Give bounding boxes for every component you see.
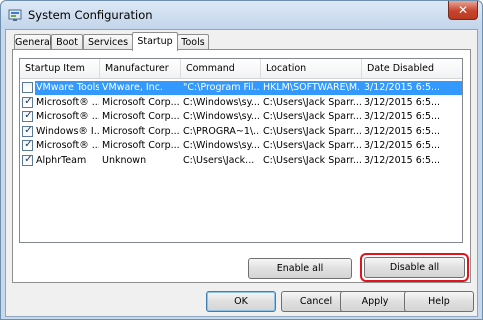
table-cell: 3/12/2015 6:5... bbox=[364, 82, 441, 93]
column-header-date-disabled[interactable]: Date Disabled bbox=[362, 59, 462, 78]
system-configuration-window: System Configuration ✕ General Boot Serv… bbox=[0, 0, 483, 320]
table-row[interactable]: ✓ Windows® I... Microsoft Corp... C:\PROGRA… bbox=[20, 125, 462, 139]
tab-tools-label: Tools bbox=[181, 37, 205, 48]
tab-general[interactable]: General bbox=[14, 34, 53, 50]
tab-boot-label: Boot bbox=[56, 37, 78, 48]
table-cell: VMware Tools bbox=[36, 82, 99, 93]
table-cell: 3/12/2015 6:5... bbox=[364, 96, 441, 108]
column-header-startup-item[interactable]: Startup Item bbox=[20, 59, 100, 78]
tab-startup[interactable]: Startup bbox=[132, 32, 178, 51]
startup-item-checkbox[interactable]: ✓ bbox=[22, 139, 33, 151]
window-title: System Configuration bbox=[28, 8, 153, 22]
table-cell: 3/12/2015 6:5... bbox=[364, 154, 441, 166]
table-cell: C:\Users\Jack Sparr... bbox=[263, 154, 361, 166]
tab-general-label: General bbox=[15, 37, 53, 48]
table-cell: C:\Users\Jack Sparr... bbox=[263, 96, 361, 108]
table-cell: 3/12/2015 6:5... bbox=[364, 140, 441, 151]
table-cell: Microsoft® ... bbox=[36, 111, 99, 122]
tab-startup-label: Startup bbox=[137, 36, 173, 47]
table-cell: AlphrTeam bbox=[36, 154, 87, 166]
table-row[interactable]: ✓ Microsoft® ... Microsoft Corp... C:\Windo… bbox=[20, 139, 462, 153]
table-cell: Microsoft® ... bbox=[36, 96, 99, 108]
table-cell: Windows® I... bbox=[36, 125, 99, 137]
startup-items-list[interactable]: Startup Item Manufacturer Command Locati… bbox=[19, 58, 463, 243]
table-cell: C:\Users\Jack Sparr... bbox=[263, 140, 361, 151]
startup-item-checkbox[interactable] bbox=[22, 82, 33, 93]
title-bar[interactable]: System Configuration ✕ bbox=[1, 1, 482, 29]
apply-button[interactable]: Apply bbox=[340, 291, 410, 312]
list-header: Startup Item Manufacturer Command Locati… bbox=[20, 59, 462, 79]
startup-item-checkbox[interactable]: ✓ bbox=[22, 125, 33, 137]
close-button[interactable]: ✕ bbox=[448, 1, 478, 20]
system-configuration-icon bbox=[8, 9, 22, 21]
tab-boot[interactable]: Boot bbox=[51, 34, 83, 50]
ok-button[interactable]: OK bbox=[206, 291, 276, 312]
close-icon: ✕ bbox=[457, 3, 469, 17]
table-cell: C:\Users\Jack Sparr... bbox=[263, 111, 361, 122]
table-cell: Microsoft Corp... bbox=[102, 111, 180, 122]
column-header-manufacturer[interactable]: Manufacturer bbox=[100, 59, 181, 78]
table-cell: 3/12/2015 6:5... bbox=[364, 125, 441, 137]
table-cell: C:\PROGRA~1\... bbox=[183, 125, 260, 137]
column-header-location[interactable]: Location bbox=[261, 59, 362, 78]
table-cell: Microsoft® ... bbox=[36, 140, 99, 151]
startup-item-checkbox[interactable]: ✓ bbox=[22, 110, 33, 122]
table-cell: VMware, Inc. bbox=[102, 82, 163, 93]
table-cell: Microsoft Corp... bbox=[102, 125, 180, 137]
table-cell: Microsoft Corp... bbox=[102, 96, 180, 108]
help-button[interactable]: Help bbox=[404, 291, 474, 312]
tab-tools[interactable]: Tools bbox=[177, 34, 209, 50]
table-cell: C:\Windows\sy... bbox=[183, 140, 260, 151]
table-cell: C:\Users\Jack... bbox=[183, 154, 255, 166]
startup-tab-panel: Startup Item Manufacturer Command Locati… bbox=[12, 49, 471, 283]
table-cell: C:\Windows\sy... bbox=[183, 96, 260, 108]
disable-all-button[interactable]: Disable all bbox=[364, 257, 465, 278]
table-row[interactable]: ✓ AlphrTeam Unknown C:\Users\Jack... C:\User… bbox=[20, 154, 462, 168]
table-row[interactable]: ✓ Microsoft® ... Microsoft Corp... C:\Windo… bbox=[20, 96, 462, 110]
startup-item-checkbox[interactable]: ✓ bbox=[22, 154, 33, 166]
tab-services[interactable]: Services bbox=[83, 34, 133, 50]
table-cell: Unknown bbox=[102, 154, 147, 166]
startup-item-checkbox[interactable]: ✓ bbox=[22, 96, 33, 108]
table-row[interactable]: ✓ Microsoft® ... Microsoft Corp... C:\Windo… bbox=[20, 110, 462, 124]
table-row[interactable]: VMware Tools VMware, Inc. "C:\Program Fil.… bbox=[20, 81, 462, 95]
column-header-command[interactable]: Command bbox=[181, 59, 261, 78]
table-cell: 3/12/2015 6:5... bbox=[364, 111, 441, 122]
table-cell: Microsoft Corp... bbox=[102, 140, 180, 151]
table-cell: "C:\Program Fil... bbox=[183, 82, 260, 93]
table-cell: HKLM\SOFTWARE\M... bbox=[263, 82, 361, 93]
tab-services-label: Services bbox=[87, 37, 129, 48]
dialog-body: General Boot Services Startup Tools Star… bbox=[5, 29, 478, 317]
enable-all-button[interactable]: Enable all bbox=[248, 258, 352, 279]
table-cell: C:\Users\Jack Sparr... bbox=[263, 125, 361, 137]
table-cell: C:\Windows\sy... bbox=[183, 111, 260, 122]
